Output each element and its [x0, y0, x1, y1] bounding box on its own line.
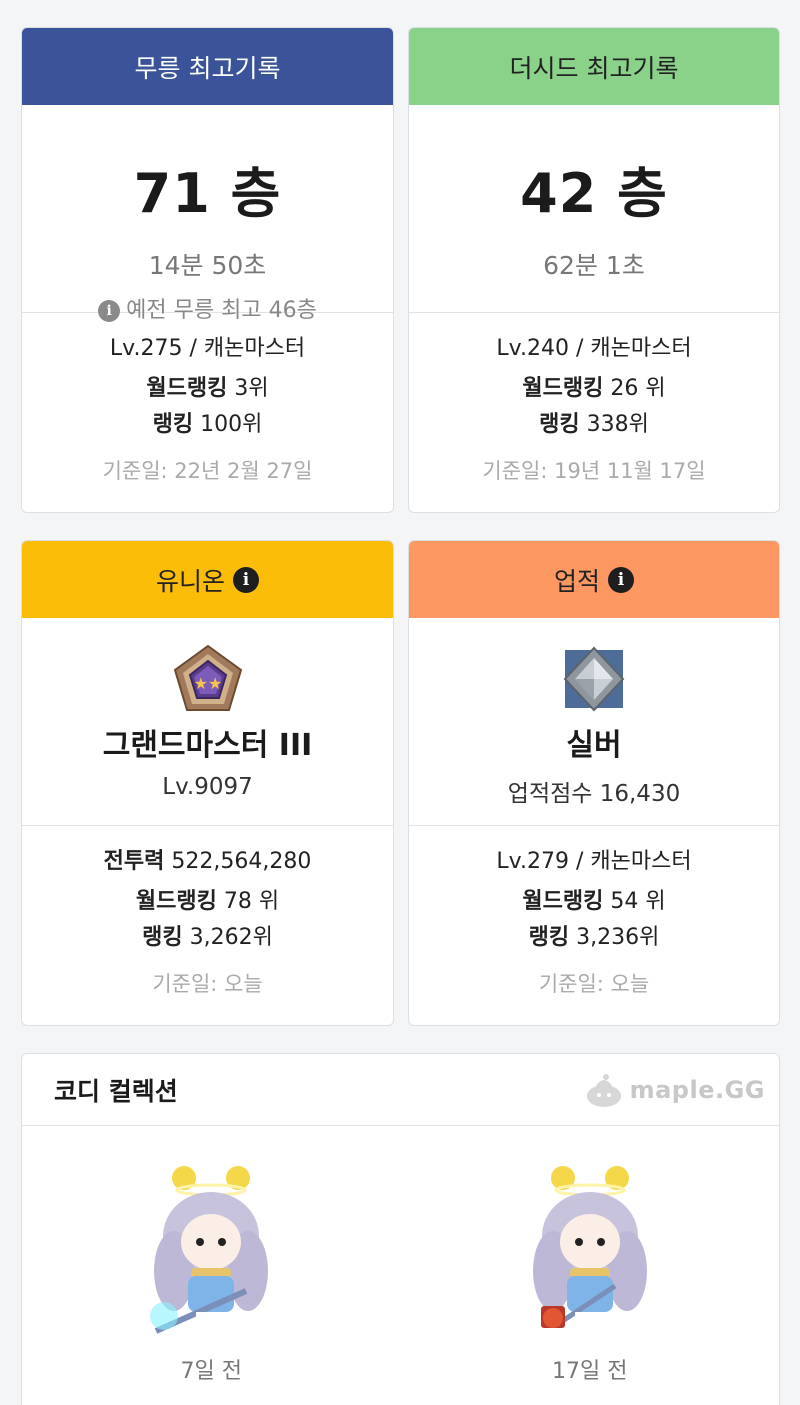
world-rank-value: 3위: [234, 376, 269, 401]
achievement-details: Lv.279 / 캐논마스터 월드랭킹 54 위 랭킹 3,236위 기준일: …: [409, 826, 779, 998]
union-header-title: 유니온: [155, 566, 225, 596]
mureung-record: 71 층 14분 50초 i 예전 무릉 최고 46층: [22, 105, 393, 323]
achievement-date: 기준일: 오늘: [538, 972, 650, 996]
world-rank-value: 26 위: [610, 376, 666, 401]
theseed-header-title: 더시드 최고기록: [509, 53, 679, 83]
mureung-card: 무릉 최고기록 71 층 14분 50초 i 예전 무릉 최고 46층 Lv.27…: [21, 27, 394, 513]
theseed-date: 기준일: 19년 11월 17일: [482, 459, 706, 483]
logo-text: maple.GG: [629, 1075, 765, 1104]
world-rank-label: 월드랭킹: [135, 889, 217, 914]
union-emblem-icon: ★★: [173, 644, 242, 711]
coordi-card: 코디 컬렉션 maple.GG 7일 전 17일 전: [21, 1053, 780, 1405]
coordi-item[interactable]: 17일 전: [440, 1156, 740, 1385]
rank-value: 338위: [586, 412, 649, 437]
union-power: 전투력 522,564,280: [22, 844, 393, 880]
coordi-header: 코디 컬렉션 maple.GG: [22, 1054, 779, 1126]
mureung-previous-text: 예전 무릉 최고 46층: [126, 298, 317, 323]
character-avatar: [532, 1166, 647, 1329]
union-card: 유니온 i ★★ 그랜드마스터 III Lv.9097 전투력 522,564,…: [21, 540, 394, 1026]
achievement-grade: 실버: [566, 728, 622, 763]
union-details: 전투력 522,564,280 월드랭킹 78 위 랭킹 3,262위 기준일:…: [22, 826, 393, 998]
rank-label: 랭킹: [539, 412, 580, 437]
power-label: 전투력: [103, 849, 165, 874]
rank-value: 3,262위: [189, 925, 273, 950]
mureung-world-rank: 월드랭킹 3위: [22, 371, 393, 407]
union-world-rank: 월드랭킹 78 위: [22, 884, 393, 920]
power-value: 522,564,280: [171, 849, 312, 874]
achievement-world-rank: 월드랭킹 54 위: [409, 884, 779, 920]
theseed-header: 더시드 최고기록: [409, 28, 779, 105]
union-header: 유니온 i: [22, 541, 393, 618]
mureung-details: Lv.275 / 캐논마스터 월드랭킹 3위 랭킹 100위 기준일: 22년 …: [22, 313, 393, 485]
coordi-item-date: 17일 전: [552, 1359, 628, 1384]
rank-label: 랭킹: [152, 412, 194, 437]
mureung-floor: 71 층: [133, 162, 282, 225]
character-avatar: [150, 1166, 269, 1334]
world-rank-value: 78 위: [223, 889, 280, 914]
world-rank-label: 월드랭킹: [146, 376, 228, 401]
rank-label: 랭킹: [142, 925, 183, 950]
svg-text:★★: ★★: [193, 674, 222, 693]
rank-value: 100위: [200, 412, 263, 437]
coordi-list: 7일 전 17일 전: [22, 1126, 779, 1385]
world-rank-label: 월드랭킹: [522, 376, 604, 401]
maple-gg-logo: maple.GG: [584, 1072, 765, 1108]
world-rank-value: 54 위: [610, 889, 666, 914]
rank-value: 3,236위: [576, 925, 660, 950]
mureung-rank: 랭킹 100위: [22, 407, 393, 443]
achievement-score: 업적점수 16,430: [507, 781, 681, 807]
theseed-record: 42 층 62분 1초: [409, 105, 779, 313]
achievement-level-class: Lv.279 / 캐논마스터: [496, 849, 692, 874]
coordi-title: 코디 컬렉션: [54, 1076, 178, 1106]
achievement-header-title: 업적: [553, 566, 600, 596]
info-icon[interactable]: i: [233, 566, 259, 593]
theseed-level-class: Lv.240 / 캐논마스터: [496, 336, 692, 361]
theseed-card: 더시드 최고기록 42 층 62분 1초 Lv.240 / 캐논마스터 월드랭킹…: [408, 27, 780, 513]
achievement-silver-icon: [563, 646, 625, 712]
mureung-level-class: Lv.275 / 캐논마스터: [109, 336, 306, 361]
union-rank: 랭킹 3,262위: [22, 920, 393, 956]
union-grade-section: ★★ 그랜드마스터 III Lv.9097: [22, 618, 393, 826]
theseed-details: Lv.240 / 캐논마스터 월드랭킹 26 위 랭킹 338위 기준일: 19…: [409, 313, 779, 485]
achievement-header: 업적 i: [409, 541, 779, 618]
info-icon: i: [98, 300, 121, 322]
rank-label: 랭킹: [528, 925, 570, 950]
mureung-header-title: 무릉 최고기록: [134, 53, 281, 83]
mureung-date: 기준일: 22년 2월 27일: [102, 459, 313, 483]
achievement-card: 업적 i 실버 업적점수 16,430 Lv.279 / 캐논마스터 월드랭킹 …: [408, 540, 780, 1026]
union-date: 기준일: 오늘: [152, 972, 263, 996]
theseed-time: 62분 1초: [543, 251, 645, 280]
info-icon[interactable]: i: [608, 566, 634, 593]
coordi-item-date: 7일 전: [180, 1359, 242, 1384]
mureung-header: 무릉 최고기록: [22, 28, 393, 105]
theseed-rank: 랭킹 338위: [409, 407, 779, 443]
theseed-world-rank: 월드랭킹 26 위: [409, 371, 779, 407]
achievement-grade-section: 실버 업적점수 16,430: [409, 618, 779, 826]
achievement-rank: 랭킹 3,236위: [409, 920, 779, 956]
union-grade: 그랜드마스터 III: [102, 728, 313, 763]
world-rank-label: 월드랭킹: [522, 889, 604, 914]
theseed-floor: 42 층: [520, 162, 668, 225]
maple-gg-logo-icon: [586, 1073, 621, 1107]
coordi-item[interactable]: 7일 전: [61, 1156, 361, 1385]
mureung-time: 14분 50초: [148, 251, 267, 280]
union-level: Lv.9097: [162, 774, 253, 800]
